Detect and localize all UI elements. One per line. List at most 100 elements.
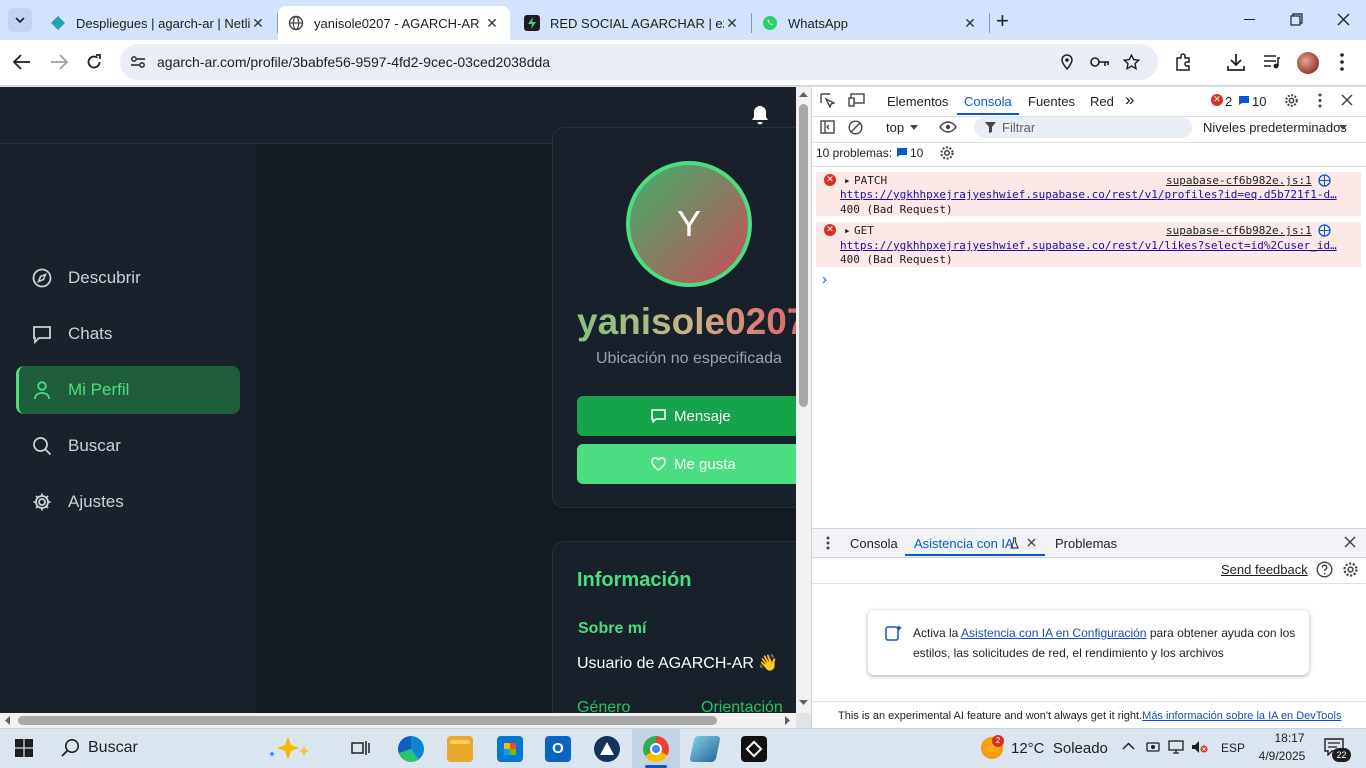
settings-gear-icon[interactable]	[1284, 93, 1299, 108]
vpn-app-icon[interactable]	[594, 736, 620, 762]
source-globe-icon[interactable]	[1318, 224, 1331, 237]
ai-learn-more-link[interactable]: Más información sobre la IA en DevTools	[1142, 710, 1341, 722]
site-info-icon[interactable]	[130, 55, 146, 69]
message-count-icon[interactable]	[1238, 95, 1250, 106]
taskbar-search-icon[interactable]	[61, 738, 80, 757]
send-feedback-link[interactable]: Send feedback	[1221, 562, 1308, 577]
tray-chevron-up-icon[interactable]	[1122, 742, 1135, 750]
capcut-icon[interactable]	[741, 736, 767, 762]
devtools-tab-elementos[interactable]: Elementos	[887, 94, 948, 109]
profile-avatar[interactable]	[1297, 52, 1319, 74]
issue-icon[interactable]	[896, 147, 908, 158]
sidebar-item-mi-perfil[interactable]: Mi Perfil	[16, 366, 240, 414]
inspect-element-icon[interactable]	[820, 93, 835, 108]
minimize-button[interactable]	[1244, 19, 1255, 20]
drawer-settings-gear-icon[interactable]	[1342, 561, 1359, 578]
windows-start-icon[interactable]	[15, 739, 33, 757]
drawer-tab-problemas[interactable]: Problemas	[1055, 536, 1117, 551]
request-url-link[interactable]: https://ygkhhpxejrajyeshwief.supabase.co…	[840, 188, 1338, 201]
devtools-tab-consola[interactable]: Consola	[964, 94, 1012, 109]
log-levels-select[interactable]: Niveles predeterminados	[1203, 120, 1347, 135]
sidebar-item-ajustes[interactable]: Ajustes	[16, 478, 240, 526]
language-indicator[interactable]: ESP	[1221, 741, 1245, 755]
address-bar[interactable]: agarch-ar.com/profile/3babfe56-9597-4fd2…	[120, 44, 1158, 80]
clock-date[interactable]: 4/9/2025	[1253, 749, 1311, 763]
drawer-tab-consola[interactable]: Consola	[850, 536, 898, 551]
bell-icon[interactable]	[750, 104, 770, 126]
tab-search-button[interactable]	[8, 8, 32, 32]
devtools-tab-red[interactable]: Red	[1090, 94, 1114, 109]
close-drawer-tab-icon[interactable]	[1027, 538, 1036, 547]
sidebar-item-descubrir[interactable]: Descubrir	[16, 254, 240, 302]
copilot-sparkle-icon[interactable]	[264, 735, 326, 761]
tab-agarch-profile[interactable]: yanisole0207 - AGARCH-AR ✕	[278, 6, 510, 40]
network-icon[interactable]	[1168, 740, 1184, 754]
close-window-button[interactable]	[1337, 13, 1350, 26]
source-globe-icon[interactable]	[1318, 174, 1331, 187]
password-key-icon[interactable]	[1090, 56, 1110, 68]
close-tab-icon[interactable]: ✕	[250, 15, 266, 32]
error-source-link[interactable]: supabase-cf6b982e.js:1	[1166, 174, 1312, 187]
like-button[interactable]: Me gusta	[577, 444, 796, 484]
console-settings-gear-icon[interactable]	[939, 145, 955, 161]
close-tab-icon[interactable]: ✕	[484, 15, 500, 32]
request-url-link[interactable]: https://ygkhhpxejrajyeshwief.supabase.co…	[840, 239, 1338, 252]
close-tab-icon[interactable]: ✕	[962, 15, 978, 32]
tab-whatsapp[interactable]: WhatsApp ✕	[752, 6, 988, 40]
edge-browser-icon[interactable]	[398, 736, 424, 762]
outlook-icon[interactable]: O	[545, 736, 571, 762]
scroll-right-arrow-icon[interactable]	[785, 716, 791, 725]
restore-button[interactable]	[1290, 13, 1303, 26]
new-tab-button[interactable]: +	[996, 8, 1009, 34]
close-tab-icon[interactable]: ✕	[724, 15, 740, 32]
menu-kebab-icon[interactable]	[1340, 53, 1344, 71]
error-count-icon[interactable]: ✕	[1211, 94, 1223, 106]
back-arrow-icon[interactable]	[13, 54, 31, 70]
ai-settings-link[interactable]: Asistencia con IA en Configuración	[961, 626, 1146, 640]
location-pin-icon[interactable]	[1061, 54, 1073, 70]
notes-app-icon[interactable]	[689, 736, 721, 762]
microsoft-store-icon[interactable]	[497, 736, 523, 762]
expand-triangle-icon[interactable]: ▸	[844, 174, 851, 187]
problems-count[interactable]: 10	[910, 146, 923, 160]
sidebar-toggle-icon[interactable]	[820, 120, 835, 134]
vertical-scroll-thumb[interactable]	[799, 104, 808, 407]
download-icon[interactable]	[1227, 53, 1245, 71]
forward-arrow-icon[interactable]	[50, 54, 68, 70]
sidebar-item-buscar[interactable]: Buscar	[16, 422, 240, 470]
message-button[interactable]: Mensaje	[577, 396, 796, 436]
drawer-tab-asistencia-ia[interactable]: Asistencia con IA	[914, 536, 1014, 551]
scroll-down-arrow-icon[interactable]	[799, 700, 808, 706]
help-icon[interactable]	[1316, 561, 1333, 578]
close-devtools-icon[interactable]	[1341, 94, 1353, 106]
bookmark-star-icon[interactable]	[1123, 54, 1140, 70]
error-source-link[interactable]: supabase-cf6b982e.js:1	[1166, 224, 1312, 237]
file-explorer-icon[interactable]	[447, 736, 473, 762]
message-count[interactable]: 10	[1252, 94, 1266, 109]
tab-netlify[interactable]: Despliegues | agarch-ar | Netlify ✕	[40, 6, 276, 40]
clear-console-icon[interactable]	[848, 120, 863, 135]
horizontal-scroll-thumb[interactable]	[18, 716, 717, 725]
more-tabs-icon[interactable]: »	[1125, 90, 1134, 110]
extensions-puzzle-icon[interactable]	[1174, 53, 1192, 71]
scroll-up-arrow-icon[interactable]	[799, 91, 808, 97]
devtools-menu-kebab-icon[interactable]	[1318, 93, 1322, 108]
tab-supabase[interactable]: RED SOCIAL AGARCHAR | ezequiel ✕	[514, 6, 750, 40]
devtools-tab-fuentes[interactable]: Fuentes	[1028, 94, 1075, 109]
url-text[interactable]: agarch-ar.com/profile/3babfe56-9597-4fd2…	[157, 54, 550, 70]
reload-icon[interactable]	[86, 54, 102, 70]
volume-muted-icon[interactable]	[1191, 740, 1208, 754]
taskbar-search-input[interactable]: Buscar	[88, 739, 138, 757]
close-drawer-icon[interactable]	[1344, 536, 1356, 548]
console-prompt[interactable]: ›	[822, 271, 827, 288]
clock-time[interactable]: 18:17	[1267, 731, 1312, 745]
media-control-icon[interactable]	[1263, 54, 1281, 70]
context-select[interactable]: top	[886, 120, 904, 135]
task-view-icon[interactable]	[351, 739, 370, 757]
error-count[interactable]: 2	[1225, 94, 1232, 109]
weather-text[interactable]: 12°C Soleado	[1011, 740, 1108, 757]
scroll-left-arrow-icon[interactable]	[4, 716, 10, 725]
eye-icon[interactable]	[939, 121, 957, 133]
chrome-browser-icon[interactable]	[643, 736, 669, 762]
expand-triangle-icon[interactable]: ▸	[844, 224, 851, 237]
